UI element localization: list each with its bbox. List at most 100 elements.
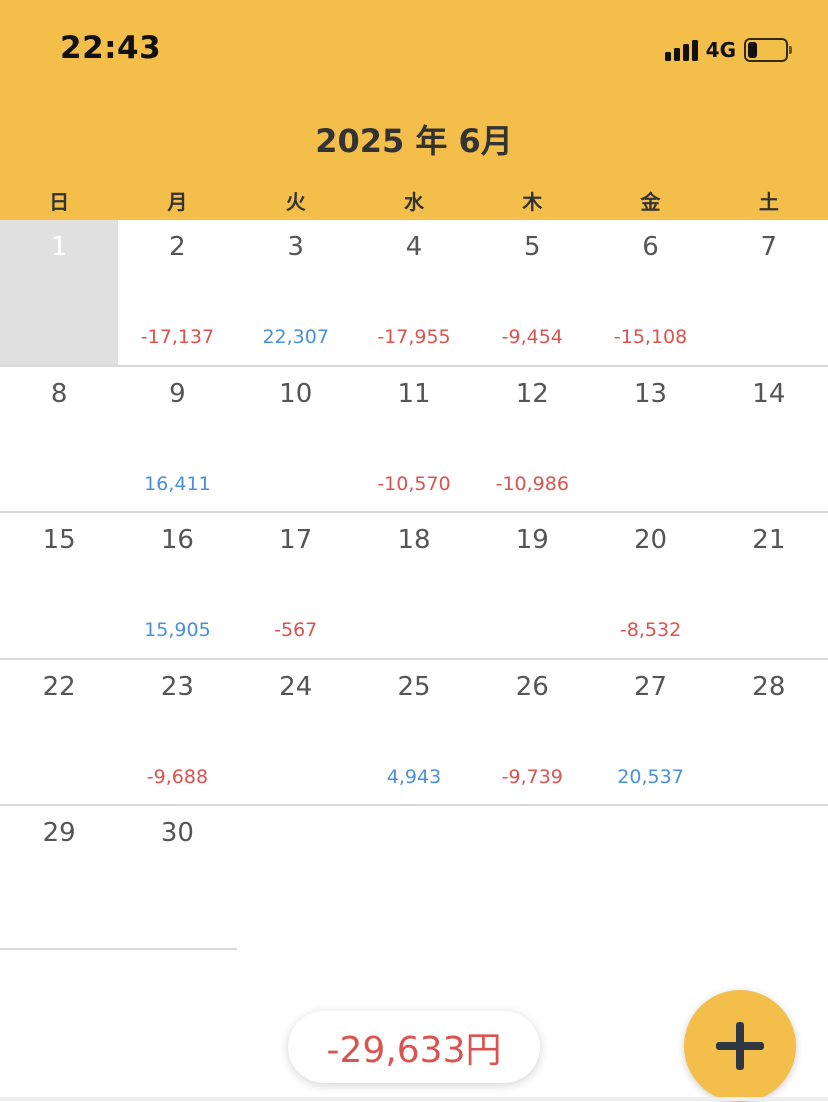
day-number: 16 <box>160 525 194 555</box>
day-amount: -9,688 <box>146 765 209 788</box>
weekday-tue: 火 <box>285 190 306 214</box>
day-number: 22 <box>42 671 76 702</box>
day-amount: -15,108 <box>613 326 688 348</box>
calendar-empty-cell <box>710 806 828 953</box>
weekday-header: 日 月 火 水 木 金 土 <box>0 186 828 220</box>
calendar-day[interactable]: 12 -10,986 <box>473 367 591 512</box>
day-number: 18 <box>397 525 431 555</box>
weekday-sun: 日 <box>49 190 70 214</box>
day-amount: 22,307 <box>262 326 329 348</box>
weekday-mon: 月 <box>167 190 188 214</box>
cellular-signal-icon <box>664 39 698 61</box>
day-number: 28 <box>752 671 786 702</box>
calendar-day[interactable]: 2 -17,137 <box>118 220 236 365</box>
calendar-day[interactable]: 18 <box>355 513 473 658</box>
day-number: 1 <box>50 232 68 262</box>
monthly-total[interactable]: -29,633円 <box>288 1011 540 1083</box>
calendar-empty-cell <box>473 806 591 953</box>
day-number: 20 <box>634 525 668 555</box>
day-number: 10 <box>279 378 313 409</box>
calendar-day[interactable]: 4 -17,955 <box>355 220 473 365</box>
day-number: 3 <box>287 232 304 262</box>
calendar-day[interactable]: 21 <box>710 513 828 658</box>
calendar-day[interactable]: 1 <box>0 220 119 365</box>
day-number: 12 <box>515 378 549 409</box>
calendar-day[interactable]: 29 <box>0 806 118 953</box>
calendar-day[interactable]: 22 <box>0 660 118 805</box>
day-number: 9 <box>169 378 186 409</box>
calendar-day[interactable]: 14 <box>710 367 828 512</box>
calendar-day[interactable]: 30 <box>118 806 236 953</box>
day-number: 27 <box>634 671 668 702</box>
day-amount: -17,955 <box>377 326 451 348</box>
calendar-day[interactable]: 24 <box>237 660 355 805</box>
day-number: 2 <box>169 232 186 262</box>
day-amount: -9,739 <box>501 765 563 788</box>
day-number: 29 <box>42 818 76 848</box>
add-entry-button[interactable] <box>684 990 796 1102</box>
day-number: 21 <box>752 525 786 555</box>
day-number: 24 <box>279 671 313 702</box>
day-number: 5 <box>523 232 541 262</box>
calendar-day[interactable]: 27 20,537 <box>591 660 709 805</box>
calendar-grid: 1 2 -17,137 3 22,307 4 -17,955 5 -9,454 6 -15,108 7… <box>0 220 828 953</box>
day-amount: -10,570 <box>377 472 451 495</box>
day-number: 23 <box>160 671 194 702</box>
day-number: 15 <box>42 525 76 555</box>
day-amount: -10,986 <box>495 472 569 495</box>
calendar-week: 22 23 -9,688 24 25 4,943 26 -9,739 27 20,537 28 <box>0 660 828 806</box>
calendar-day[interactable]: 15 <box>0 513 118 658</box>
day-number: 19 <box>515 525 549 555</box>
day-number: 14 <box>752 378 786 409</box>
battery-icon <box>744 38 792 62</box>
calendar-empty-cell <box>237 806 355 953</box>
app-header: 22:43 4G 2025 年 6月 日 月 火 水 木 金 土 <box>0 0 828 220</box>
weekday-thu: 木 <box>522 190 543 214</box>
calendar-day[interactable]: 7 <box>710 220 828 365</box>
calendar-day[interactable]: 25 4,943 <box>355 660 473 805</box>
calendar-day[interactable]: 28 <box>710 660 828 805</box>
day-amount: -567 <box>274 619 318 641</box>
calendar-empty-cell <box>591 806 709 953</box>
day-amount: -8,532 <box>619 619 682 641</box>
calendar-day[interactable]: 8 <box>0 367 118 512</box>
day-number: 25 <box>397 671 431 702</box>
day-number: 11 <box>397 378 431 409</box>
day-number: 8 <box>50 378 68 409</box>
day-amount: 15,905 <box>144 619 211 641</box>
calendar-day[interactable]: 13 <box>591 367 709 512</box>
weekday-wed: 水 <box>403 190 424 214</box>
calendar-day[interactable]: 17 -567 <box>237 513 355 658</box>
weekday-sat: 土 <box>758 190 779 214</box>
day-number: 13 <box>634 378 668 409</box>
calendar-week: 1 2 -17,137 3 22,307 4 -17,955 5 -9,454 6 -15,108 7 <box>0 220 828 367</box>
calendar-day[interactable]: 3 22,307 <box>237 220 355 365</box>
calendar-day[interactable]: 20 -8,532 <box>591 513 709 658</box>
bottom-divider <box>0 1097 828 1101</box>
monthly-total-value: -29,633円 <box>326 1030 502 1071</box>
calendar-day[interactable]: 5 -9,454 <box>473 220 591 365</box>
calendar-day[interactable]: 6 -15,108 <box>591 220 709 365</box>
day-number: 17 <box>279 525 313 555</box>
calendar-week: 15 16 15,905 17 -567 18 19 20 -8,532 21 <box>0 513 828 660</box>
day-number: 30 <box>160 818 194 848</box>
calendar-day[interactable]: 23 -9,688 <box>118 660 236 805</box>
day-amount: 20,537 <box>617 765 684 788</box>
calendar-day[interactable]: 10 <box>237 367 355 512</box>
calendar-day[interactable]: 16 15,905 <box>118 513 236 658</box>
day-amount: -9,454 <box>501 326 563 348</box>
day-number: 6 <box>642 232 659 262</box>
day-number: 26 <box>515 671 549 702</box>
month-title[interactable]: 2025 年 6月 <box>0 116 828 162</box>
day-amount: 4,943 <box>386 765 442 788</box>
weekday-fri: 金 <box>640 190 661 214</box>
network-type: 4G <box>705 38 736 62</box>
calendar-day[interactable]: 19 <box>473 513 591 658</box>
calendar-week: 29 30 <box>0 806 828 953</box>
day-amount: 16,411 <box>144 472 211 495</box>
calendar-day[interactable]: 26 -9,739 <box>473 660 591 805</box>
grid-divider <box>0 948 237 950</box>
calendar-day[interactable]: 9 16,411 <box>118 367 236 512</box>
calendar-day[interactable]: 11 -10,570 <box>355 367 473 512</box>
day-amount: -17,137 <box>140 326 215 348</box>
